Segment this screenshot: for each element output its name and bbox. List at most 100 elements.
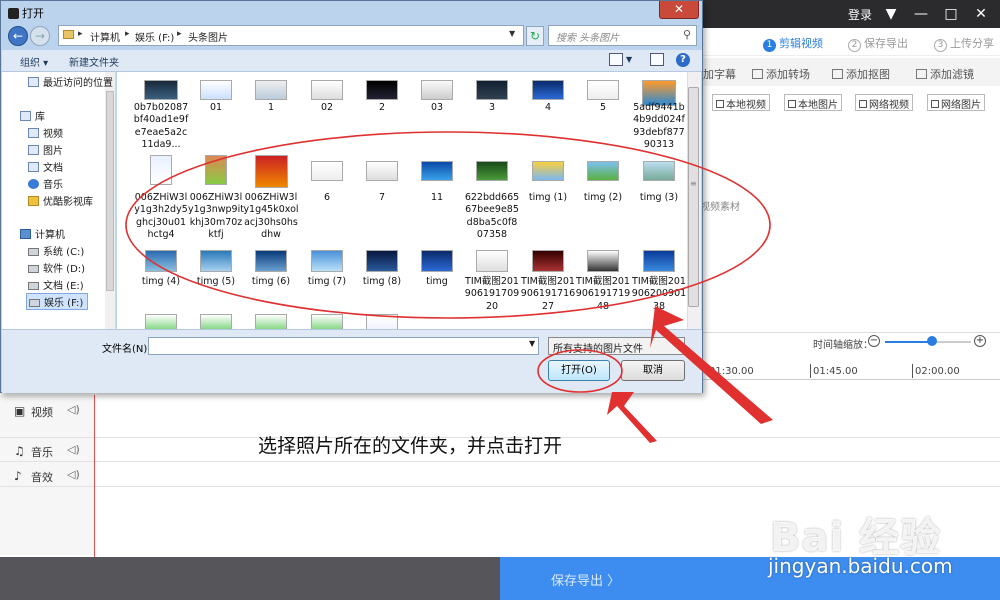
- file-name[interactable]: 1: [243, 102, 299, 114]
- address-bar[interactable]: ▸ 计算机 ▸ 娱乐 (F:) ▸ 头条图片 ▼: [58, 25, 524, 46]
- preview-pane-icon[interactable]: [650, 53, 664, 66]
- back-arrow-icon[interactable]: ←: [8, 26, 28, 46]
- web-image-button[interactable]: 网络图片: [927, 94, 985, 111]
- track-music[interactable]: ♫ 音乐 ◁): [0, 436, 95, 464]
- zoom-out-icon[interactable]: −: [868, 335, 880, 347]
- file-name[interactable]: 3: [464, 102, 520, 114]
- chevron-down-icon[interactable]: ▼: [626, 55, 632, 64]
- refresh-icon[interactable]: ↻: [526, 26, 544, 46]
- ruler-tick: 01:45.00: [813, 366, 858, 377]
- breadcrumb-folder[interactable]: 头条图片: [188, 29, 228, 44]
- nav-videos[interactable]: 视频: [28, 125, 63, 140]
- forward-arrow-icon[interactable]: →: [30, 26, 50, 46]
- step-edit[interactable]: 1 剪辑视频: [763, 35, 823, 52]
- file-name[interactable]: TIM截图20190620090138: [631, 276, 687, 313]
- image-thumbnail[interactable]: [255, 314, 287, 329]
- track-sfx[interactable]: ♪ 音效 ◁): [0, 461, 95, 489]
- file-name[interactable]: 006ZHiW3ly1g3h2dy5ghcj30u01hctg4: [133, 192, 189, 241]
- add-filter-button[interactable]: 添加滤镜: [916, 66, 974, 82]
- menu-dropdown-icon[interactable]: ▼: [880, 3, 902, 25]
- cancel-button[interactable]: 取消: [621, 360, 685, 381]
- file-name[interactable]: 5adf9441b4b9dd024f93debf87790313: [631, 102, 687, 151]
- filetype-select[interactable]: 所有支持的图片文件: [548, 337, 685, 355]
- cutout-icon: [832, 69, 843, 79]
- breadcrumb-computer[interactable]: 计算机: [90, 29, 120, 44]
- search-icon[interactable]: ⚲: [683, 28, 691, 41]
- file-name[interactable]: TIM截图20190619171627: [520, 276, 576, 313]
- file-name[interactable]: 11: [409, 192, 465, 204]
- file-name[interactable]: 006ZHiW3ly1g3nwp9itkhj30m70zktfj: [188, 192, 244, 241]
- add-subtitle-button[interactable]: 加字幕: [703, 66, 736, 82]
- nav-drive-e[interactable]: 文档 (E:): [28, 277, 84, 292]
- local-image-button[interactable]: 本地图片: [784, 94, 842, 111]
- file-name[interactable]: 5: [575, 102, 631, 114]
- file-name[interactable]: TIM截图20190619171948: [575, 276, 631, 313]
- nav-recent-places[interactable]: 最近访问的位置: [28, 74, 113, 89]
- file-name[interactable]: 01: [188, 102, 244, 114]
- file-name[interactable]: timg (8): [354, 276, 410, 288]
- file-name[interactable]: 02: [299, 102, 355, 114]
- nav-documents[interactable]: 文档: [28, 159, 63, 174]
- file-name[interactable]: 4: [520, 102, 576, 114]
- organize-menu[interactable]: 组织 ▾: [20, 54, 48, 69]
- nav-drive-d[interactable]: 软件 (D:): [28, 260, 85, 275]
- maximize-icon[interactable]: □: [940, 3, 962, 25]
- volume-icon[interactable]: ◁): [67, 443, 80, 456]
- zoom-in-icon[interactable]: +: [974, 335, 986, 347]
- file-name[interactable]: 006ZHiW3ly1g45k0xolacj30hs0hsdhw: [243, 192, 299, 241]
- file-name[interactable]: timg: [409, 276, 465, 288]
- image-thumbnail[interactable]: [366, 314, 398, 329]
- file-name[interactable]: timg (4): [133, 276, 189, 288]
- file-name[interactable]: 622bdd66567bee9e85d8ba5c0f807358: [464, 192, 520, 241]
- file-name[interactable]: timg (3): [631, 192, 687, 204]
- image-thumbnail[interactable]: [200, 314, 232, 329]
- add-cutout-button[interactable]: 添加抠图: [832, 66, 890, 82]
- view-options-icon[interactable]: [609, 53, 623, 66]
- step-export[interactable]: 2 保存导出: [848, 35, 908, 52]
- nav-libraries[interactable]: 库: [20, 108, 45, 123]
- search-input[interactable]: 搜索 头条图片 ⚲: [548, 25, 697, 46]
- step-share[interactable]: 3 上传分享: [934, 35, 994, 52]
- file-name[interactable]: timg (2): [575, 192, 631, 204]
- add-transition-button[interactable]: 添加转场: [752, 66, 810, 82]
- chevron-down-icon[interactable]: ▼: [675, 339, 681, 348]
- file-name[interactable]: 6: [299, 192, 355, 204]
- open-button[interactable]: 打开(O): [548, 360, 610, 381]
- chevron-down-icon[interactable]: ▼: [509, 29, 515, 38]
- breadcrumb-drive[interactable]: 娱乐 (F:): [135, 29, 174, 44]
- file-name[interactable]: TIM截图20190619170920: [464, 276, 520, 313]
- new-folder-button[interactable]: 新建文件夹: [69, 54, 119, 69]
- file-name[interactable]: 2: [354, 102, 410, 114]
- dialog-close-button[interactable]: ✕: [659, 1, 699, 19]
- nav-drive-f[interactable]: 娱乐 (F:): [26, 293, 89, 310]
- file-name[interactable]: 03: [409, 102, 465, 114]
- chevron-down-icon[interactable]: ▼: [529, 339, 535, 348]
- app-close-icon[interactable]: ✕: [970, 3, 992, 25]
- track-video[interactable]: ▣ 视频 ◁): [0, 396, 95, 424]
- nav-computer[interactable]: 计算机: [20, 226, 65, 241]
- help-icon[interactable]: ?: [676, 53, 690, 67]
- file-name[interactable]: 0b7b02087bf40ad1e9fe7eae5a2c11da9...: [133, 102, 189, 151]
- file-scrollbar-thumb[interactable]: [688, 87, 699, 307]
- login-link[interactable]: 登录: [848, 6, 872, 23]
- nav-drive-c[interactable]: 系统 (C:): [28, 243, 84, 258]
- nav-music[interactable]: 音乐: [28, 176, 63, 191]
- file-name[interactable]: 7: [354, 192, 410, 204]
- web-video-button[interactable]: 网络视频: [855, 94, 913, 111]
- file-name[interactable]: timg (5): [188, 276, 244, 288]
- volume-icon[interactable]: ◁): [67, 403, 80, 416]
- local-video-button[interactable]: 本地视频: [712, 94, 770, 111]
- file-name[interactable]: timg (7): [299, 276, 355, 288]
- minimize-icon[interactable]: —: [910, 3, 932, 25]
- image-thumbnail[interactable]: [145, 314, 177, 329]
- file-name[interactable]: timg (6): [243, 276, 299, 288]
- volume-icon[interactable]: ◁): [67, 468, 80, 481]
- playhead[interactable]: [94, 395, 95, 557]
- filename-input[interactable]: [148, 337, 539, 355]
- file-name[interactable]: timg (1): [520, 192, 576, 204]
- nav-pictures[interactable]: 图片: [28, 142, 63, 157]
- save-export-button[interactable]: 保存导出 〉: [551, 570, 620, 589]
- nav-youku[interactable]: 优酷影视库: [28, 193, 93, 208]
- image-thumbnail[interactable]: [311, 314, 343, 329]
- nav-scrollbar-thumb[interactable]: [106, 91, 114, 291]
